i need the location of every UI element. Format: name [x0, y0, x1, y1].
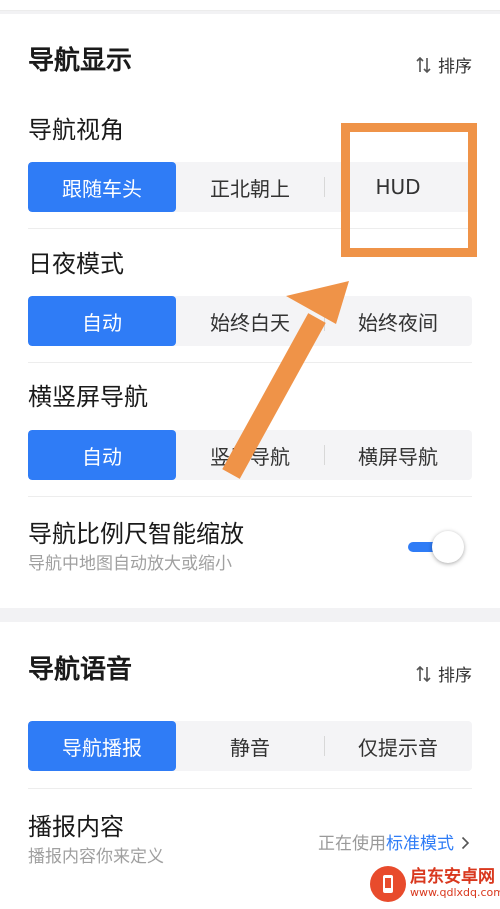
watermark-name: 启东安卓网 — [410, 867, 495, 888]
settings-screen: 导航显示 排序 导航视角 跟随车头 正北朝上 HUD 日夜模式 自动 始终白天 … — [0, 0, 500, 909]
annotation-arrow-icon — [222, 281, 349, 479]
watermark-url: www.qdlxdq.com — [410, 886, 500, 900]
phone-icon — [383, 875, 393, 893]
watermark-logo-icon — [370, 866, 406, 902]
site-watermark: 启东安卓网 www.qdlxdq.com — [370, 866, 500, 902]
